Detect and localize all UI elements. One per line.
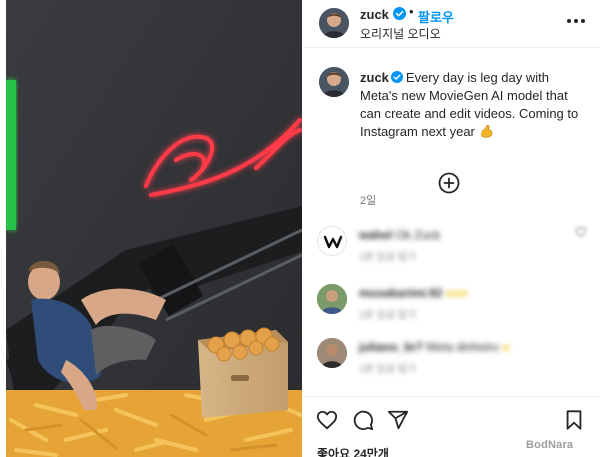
comment-item: wahel Ok Zuck 1분 답글 달기	[303, 222, 600, 272]
video-frame	[6, 0, 302, 457]
comment-item: musakarimi.92 ●●● 1분 답글 달기	[303, 280, 600, 330]
comment-username[interactable]: juliano_br7	[359, 340, 423, 354]
plus-circle-icon[interactable]	[438, 172, 460, 194]
share-icon[interactable]	[387, 409, 409, 431]
commenter-avatar[interactable]	[317, 226, 347, 256]
author-avatar[interactable]	[319, 8, 349, 38]
comment-icon[interactable]	[352, 409, 374, 431]
comment-body: Ok Zuck	[395, 228, 441, 242]
audio-label[interactable]: 오리지널 오디오	[360, 25, 441, 42]
watermark: BodNara	[526, 439, 574, 451]
green-neon-light	[6, 80, 16, 230]
flexed-biceps-icon	[480, 125, 492, 138]
like-count[interactable]: 좋아요 24만개	[317, 445, 389, 457]
post-header: zuck • 팔로우 오리지널 오디오	[303, 0, 600, 48]
verified-badge-icon	[390, 71, 403, 83]
post-timestamp[interactable]: 2일	[360, 192, 376, 208]
comment-username[interactable]: musakarimi.92	[359, 286, 442, 300]
comment-body: Meta dinheiro	[426, 340, 500, 354]
caption-author-avatar[interactable]	[319, 67, 349, 97]
bookmark-icon[interactable]	[563, 409, 585, 431]
author-username[interactable]: zuck	[360, 7, 389, 22]
emoji-faces: ●●●	[445, 286, 468, 300]
commenter-avatar[interactable]	[317, 284, 347, 314]
post-media[interactable]	[6, 0, 302, 457]
comment-meta[interactable]: 1분 답글 달기	[359, 248, 416, 263]
heart-icon[interactable]	[316, 409, 338, 431]
post-side-panel: zuck • 팔로우 오리지널 오디오 zuck Every day is leg…	[303, 0, 600, 457]
separator-dot: •	[409, 4, 414, 19]
comment-text: juliano_br7 Meta dinheiro ●	[359, 340, 510, 354]
caption-username[interactable]: zuck	[360, 70, 389, 85]
follow-button[interactable]: 팔로우	[418, 7, 454, 26]
more-options-icon[interactable]	[565, 17, 587, 25]
comment-meta[interactable]: 1분 답글 달기	[359, 306, 416, 321]
comment-item: juliano_br7 Meta dinheiro ● 1분 답글 달기	[303, 334, 600, 384]
post-caption: zuck Every day is leg day with Meta's new…	[303, 56, 600, 207]
comment-text: musakarimi.92 ●●●	[359, 286, 467, 300]
comment-like-icon[interactable]	[575, 226, 587, 238]
comment-text: wahel Ok Zuck	[359, 228, 440, 242]
verified-badge-icon	[393, 7, 406, 20]
caption-text-block: zuck Every day is leg day with Meta's new…	[360, 69, 590, 141]
comment-meta[interactable]: 1분 답글 달기	[359, 360, 416, 375]
commenter-avatar[interactable]	[317, 338, 347, 368]
nugget-box	[198, 327, 288, 418]
emoji-face: ●	[502, 340, 510, 354]
comment-username[interactable]: wahel	[359, 228, 392, 242]
